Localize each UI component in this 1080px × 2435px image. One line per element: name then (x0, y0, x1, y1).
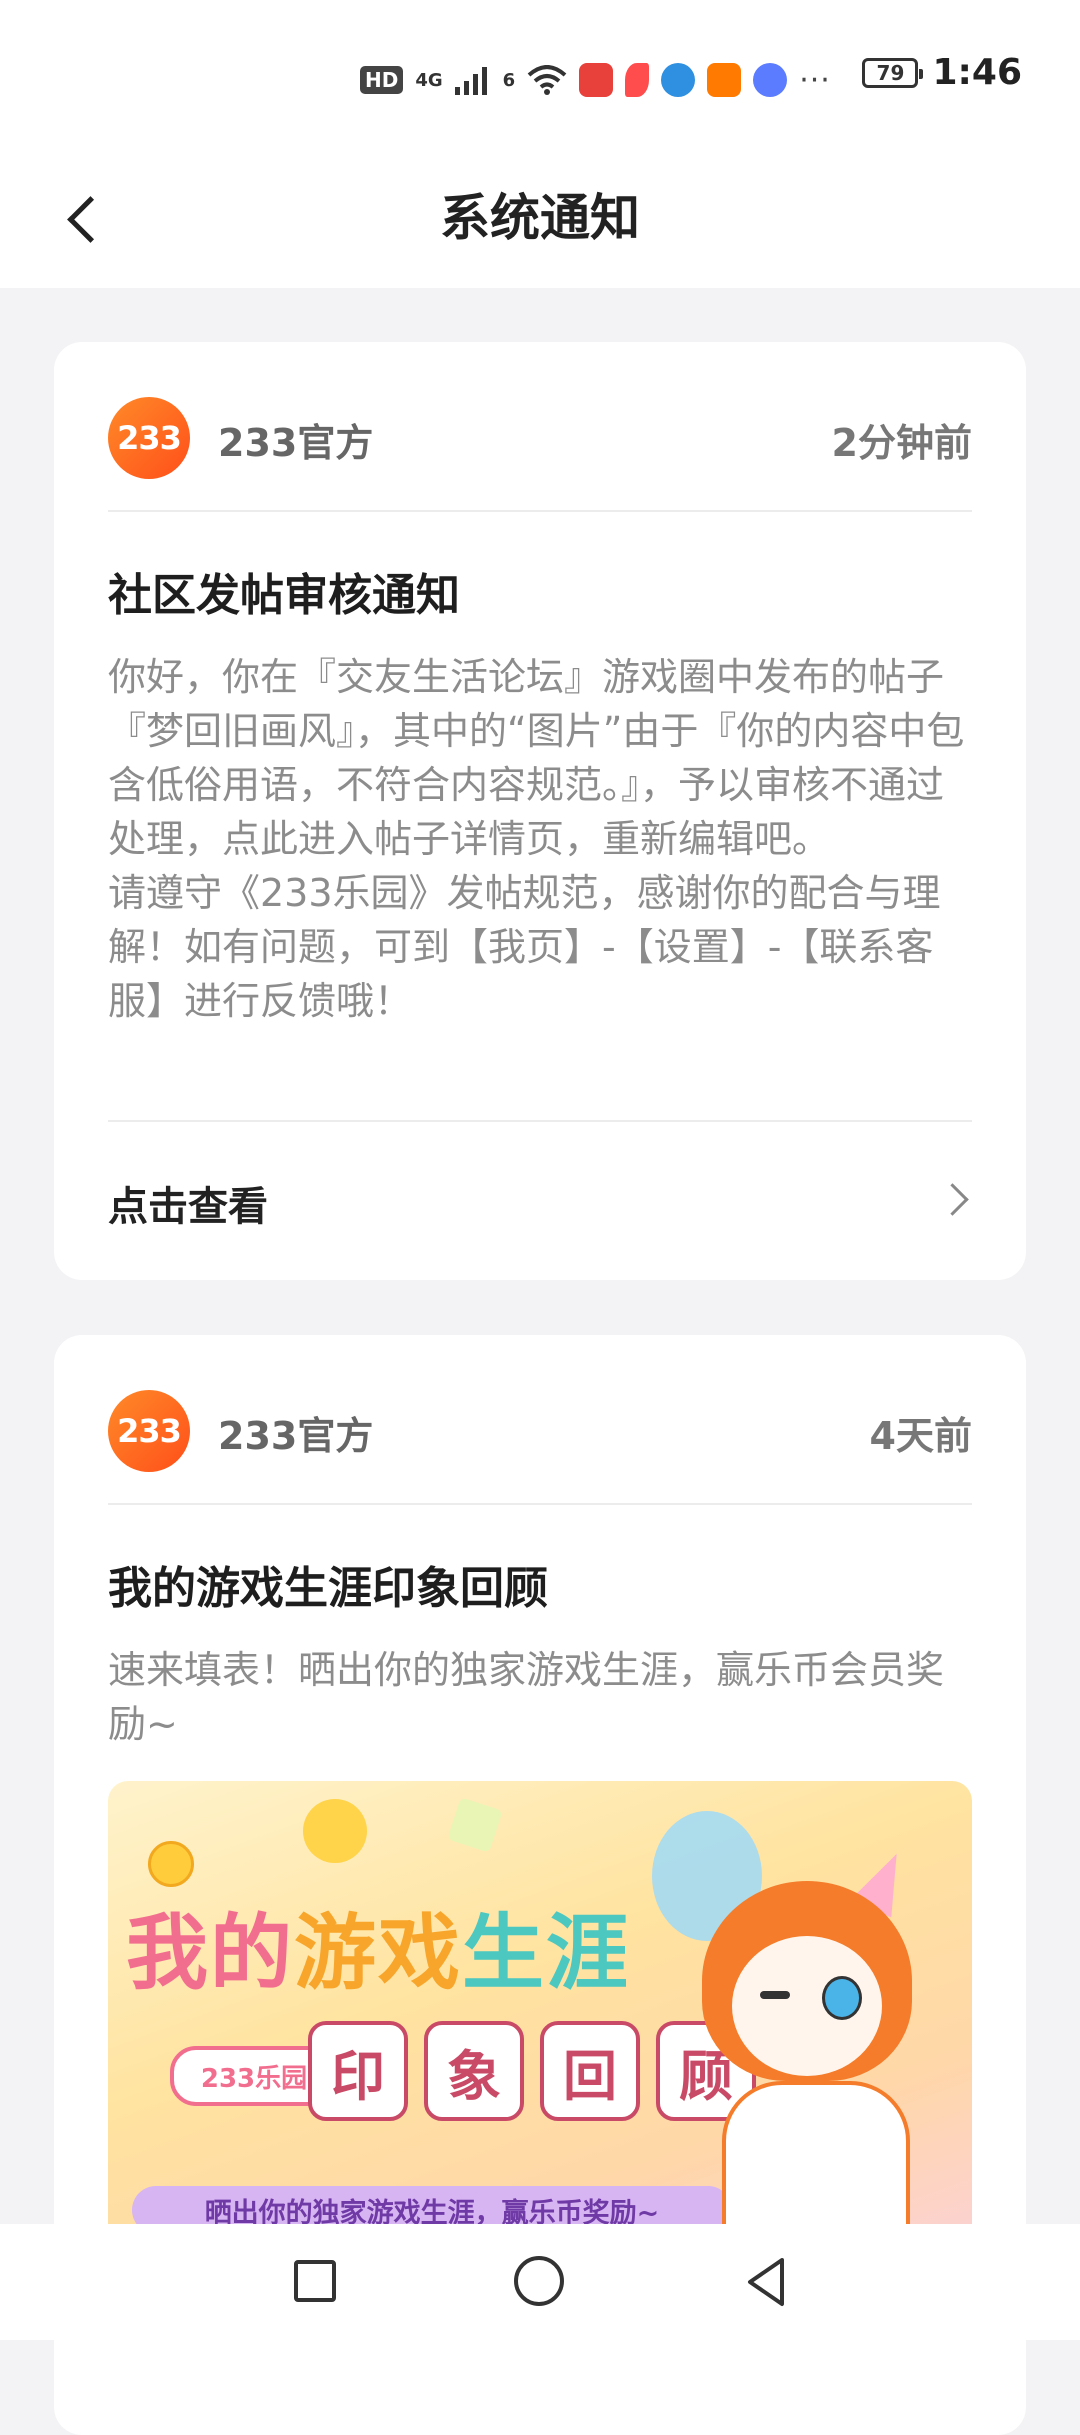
body-paragraph: 速来填表！晒出你的独家游戏生涯，赢乐币会员奖励~ (108, 1648, 945, 1746)
timestamp: 2分钟前 (831, 421, 972, 465)
notification-card[interactable]: 233 233官方 2分钟前 社区发帖审核通知 你好，你在『交友生活论坛』游戏圈… (54, 342, 1026, 1280)
triangle-back-icon (748, 2258, 784, 2306)
mascot-character-image (682, 1844, 942, 2279)
notification-title: 我的游戏生涯印象回顾 (108, 1563, 548, 1614)
signal-6-icon: 6 (502, 69, 516, 91)
sender-logo-icon: 233 (108, 1390, 190, 1472)
system-back-button[interactable] (736, 2250, 800, 2314)
mascot-eye-shape (822, 1976, 862, 2020)
status-right: 79 1:46 (862, 52, 1022, 93)
app-header: 系统通知 (0, 160, 1080, 288)
system-navigation-bar (0, 2224, 1080, 2340)
status-bar: HD 4G 6 ··· 79 1:46 (0, 0, 1080, 160)
cell-signal-icon (454, 67, 487, 95)
hd-icon: HD (360, 66, 404, 94)
banner-subtitle-char: 象 (424, 2021, 524, 2121)
sender-name: 233官方 (218, 1414, 374, 1458)
timestamp: 4天前 (869, 1414, 972, 1458)
blue-app-icon (661, 63, 696, 97)
clock: 1:46 (932, 52, 1022, 93)
notification-title: 社区发帖审核通知 (108, 570, 460, 621)
recents-button[interactable] (284, 2250, 348, 2314)
view-details-row[interactable]: 点击查看 (108, 1120, 972, 1280)
orange-app-icon (707, 63, 742, 97)
music-app-icon (753, 63, 788, 97)
banner-title-part: 生涯 (462, 1906, 631, 2001)
notification-body: 速来填表！晒出你的独家游戏生涯，赢乐币会员奖励~ (108, 1643, 972, 1751)
home-button[interactable] (508, 2250, 572, 2314)
sender-logo-icon: 233 (108, 397, 190, 479)
banner-title-part: 我的 (126, 1906, 295, 2001)
notification-body: 你好，你在『交友生活论坛』游戏圈中发布的帖子『梦回旧画风』，其中的“图片”由于『… (108, 650, 972, 1028)
banner-subtitle-char: 回 (540, 2021, 640, 2121)
banner-title: 我的游戏生涯 (126, 1886, 630, 2005)
view-details-label: 点击查看 (108, 1184, 268, 1230)
body-paragraph: 请遵守《233乐园》发帖规范，感谢你的配合与理解！如有问题，可到【我页】-【设置… (108, 871, 941, 1023)
signal-4g-icon: 4G (415, 69, 443, 91)
card-header: 233 233官方 4天前 (108, 1335, 972, 1505)
wifi-icon (527, 65, 567, 95)
body-paragraph: 你好，你在『交友生活论坛』游戏圈中发布的帖子『梦回旧画风』，其中的“图片”由于『… (108, 655, 965, 861)
banner-title-part: 游戏 (294, 1906, 463, 2001)
dice-decoration-icon (447, 1797, 503, 1853)
status-icons: HD 4G 6 ··· (360, 58, 831, 102)
coin-decoration-icon (148, 1841, 194, 1887)
card-header: 233 233官方 2分钟前 (108, 342, 972, 512)
sender-name: 233官方 (218, 421, 374, 465)
pacman-decoration-icon (303, 1799, 367, 1863)
more-notifications-icon: ··· (799, 62, 831, 98)
circle-icon (514, 2256, 564, 2306)
battery-icon: 79 (862, 57, 924, 88)
huawei-app-icon (579, 63, 614, 97)
banner-subtitle-char: 印 (308, 2021, 408, 2121)
chevron-right-icon (936, 1183, 969, 1216)
mascot-eye-shape (760, 1991, 790, 1999)
square-icon (294, 2260, 336, 2302)
red-app-icon (625, 63, 650, 97)
page-title: 系统通知 (440, 189, 640, 247)
promo-banner-image[interactable]: 我的游戏生涯 233乐园 印 象 回 顾 晒出你的独家游戏生涯，赢乐币奖励~ (108, 1781, 972, 2301)
